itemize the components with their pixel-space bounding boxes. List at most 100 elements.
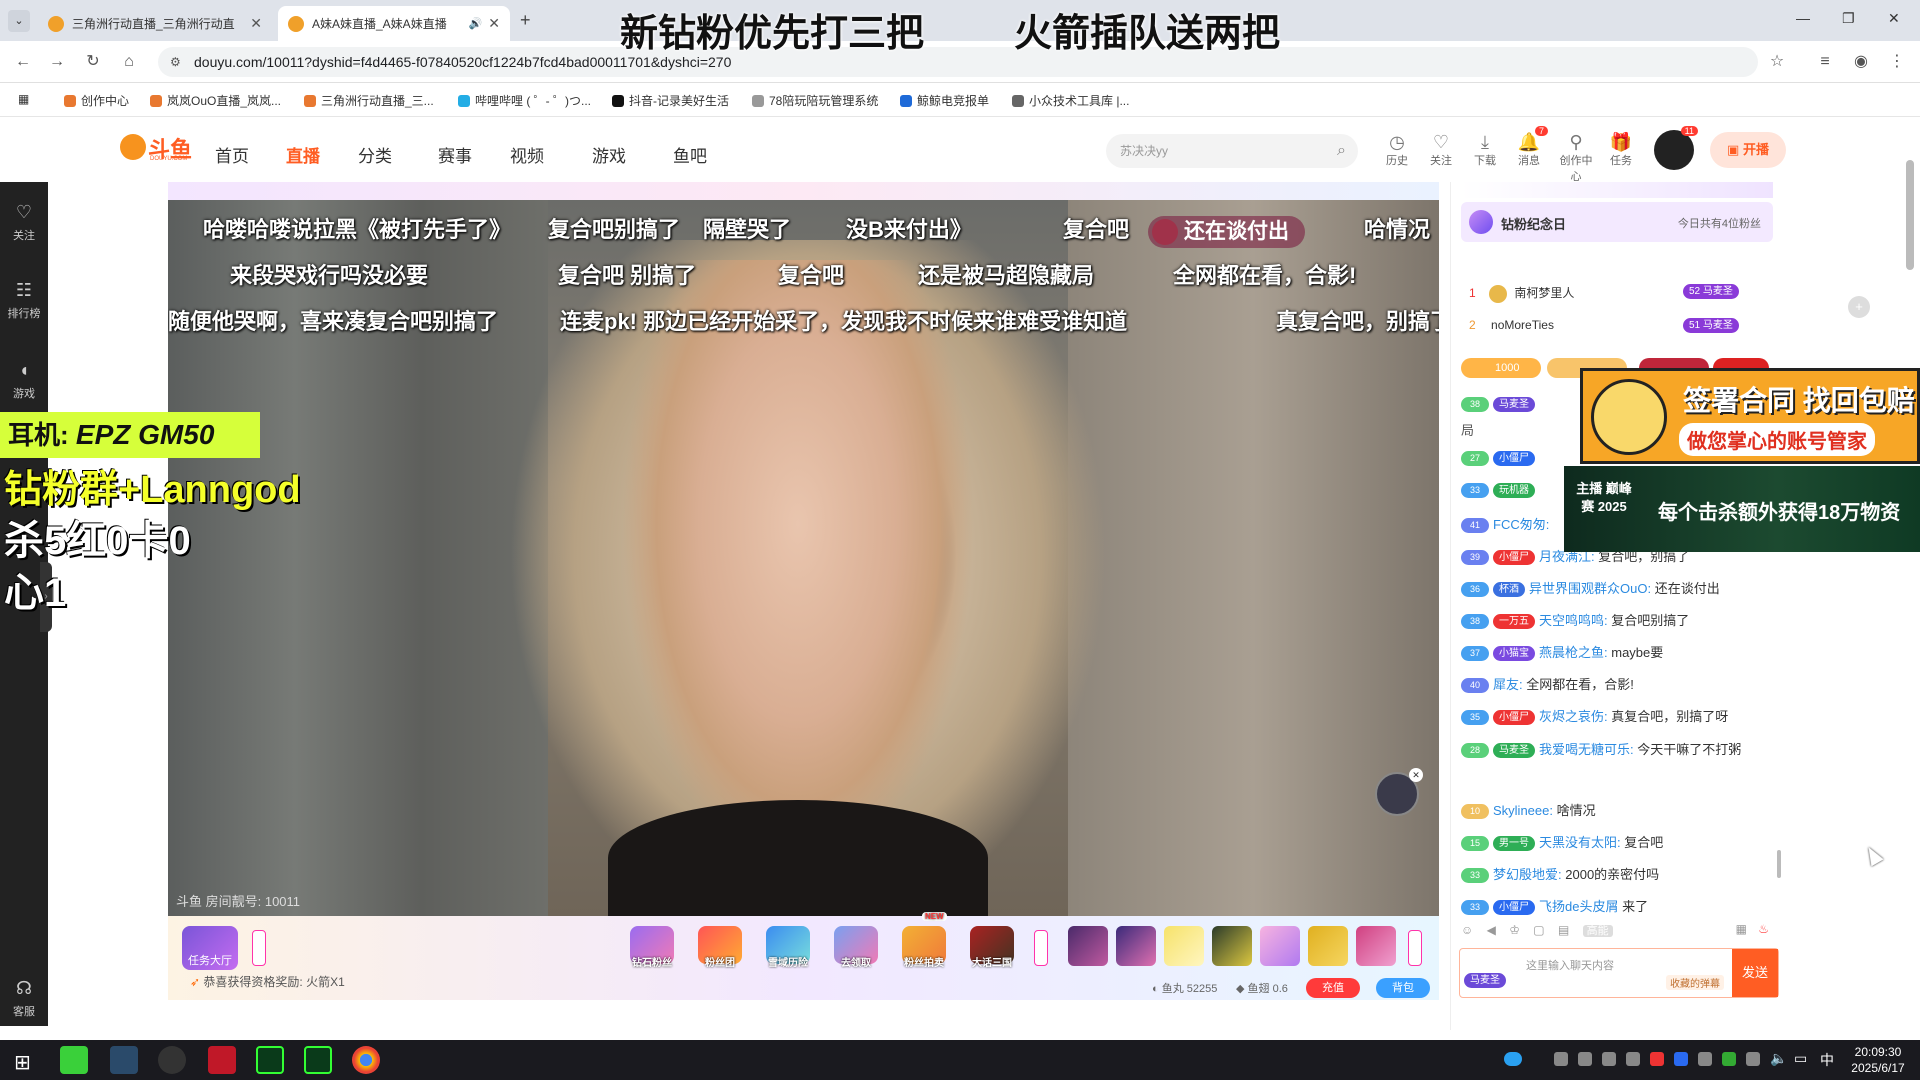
gift-scroll-right[interactable] [1408, 930, 1422, 966]
back-icon[interactable]: ← [12, 51, 34, 73]
chat-input[interactable]: 马麦圣 这里输入聊天内容 收藏的弹幕 发送 [1459, 948, 1779, 998]
high-energy-button[interactable]: 高能 [1582, 925, 1613, 937]
bookmark-star-icon[interactable]: ☆ [1766, 51, 1788, 73]
tray-icon[interactable] [1626, 1052, 1640, 1066]
bookmark-item[interactable]: 创作中心 [64, 92, 129, 109]
download-button[interactable]: ⤓ 下载 [1465, 132, 1505, 168]
media-icon[interactable]: ≡ [1814, 51, 1836, 73]
chat-message[interactable]: 40 犀友: 全网都在看，合影! [1461, 674, 1781, 694]
tab-search-button[interactable]: ⌄ [8, 10, 30, 32]
message-button[interactable]: 🔔 消息 7 [1509, 126, 1549, 168]
settings-icon[interactable]: ▦ [1736, 922, 1747, 936]
sidebar-item-service[interactable]: ☊ 客服 [0, 978, 48, 1019]
mode-icon[interactable]: ▤ [1558, 923, 1569, 937]
nav-video[interactable]: 视频 [510, 142, 544, 167]
gift-fan-auction[interactable]: 粉丝拍卖 NEW [896, 912, 952, 969]
ime-indicator[interactable]: 中 [1820, 1050, 1834, 1070]
chat-message[interactable]: 28 马麦圣 我爱喝无糖可乐: 今天干嘛了不打粥 [1461, 738, 1781, 790]
tray-icon[interactable] [1554, 1052, 1568, 1066]
tray-icon[interactable] [1698, 1052, 1712, 1066]
gift-item-4[interactable] [1212, 926, 1252, 966]
follow-button[interactable]: ♡ 关注 [1421, 132, 1461, 168]
taskbar-app-icon[interactable] [304, 1046, 332, 1074]
send-button[interactable]: 发送 [1732, 949, 1778, 997]
taskbar-app-icon[interactable] [60, 1046, 88, 1074]
close-icon[interactable]: ✕ [488, 15, 500, 32]
creator-button[interactable]: ⚲ 创作中心 [1556, 132, 1596, 184]
minimize-button[interactable]: — [1796, 10, 1810, 26]
gift-item-6[interactable] [1308, 926, 1348, 966]
gift-fan-club[interactable]: 粉丝团 [692, 926, 748, 969]
sidebar-item-games[interactable]: ◖ 游戏 [0, 360, 48, 401]
crown-icon[interactable]: ♔ [1509, 923, 1520, 937]
douyu-logo[interactable]: 斗鱼 DOUYU.COM [120, 132, 196, 166]
horn-icon[interactable]: ◀ [1487, 923, 1496, 937]
chat-message[interactable]: 33 小僵尸 飞扬de头皮屑 来了 [1461, 896, 1781, 916]
chat-message[interactable]: 15 男一号 天黑没有太阳: 复合吧 [1461, 832, 1781, 852]
gift-item-3[interactable] [1164, 926, 1204, 966]
player-plugin-icon[interactable]: ✕ [1375, 768, 1423, 816]
clock[interactable]: 20:09:30 2025/6/17 [1838, 1044, 1918, 1076]
bookmark-item[interactable]: 抖音-记录美好生活 [612, 92, 729, 109]
gift-scroll-left[interactable] [252, 930, 266, 966]
emoji-icon[interactable]: ☺ [1461, 923, 1473, 937]
bookmark-item[interactable]: 鲸鲸电竞报单 [900, 92, 989, 109]
sidebar-item-rank[interactable]: ☷ 排行榜 [0, 280, 48, 321]
close-icon[interactable]: ✕ [1409, 768, 1423, 782]
block-icon[interactable]: ▢ [1533, 923, 1544, 937]
network-icon[interactable]: ▭ [1794, 1050, 1807, 1067]
gift-scroll-mid[interactable] [1034, 930, 1048, 966]
gift-three-kingdoms[interactable]: 大话三国 [964, 926, 1020, 969]
chat-scrollbar[interactable] [1777, 850, 1781, 878]
nav-home[interactable]: 首页 [215, 142, 249, 167]
fan-rank-row[interactable]: 1 南柯梦里人 52 马麦圣 [1469, 284, 1769, 303]
taskbar-app-icon[interactable] [208, 1046, 236, 1074]
tab-delta-force[interactable]: 三角洲行动直播_三角洲行动直 ✕ [38, 6, 272, 41]
taskbar-app-icon[interactable] [158, 1046, 186, 1074]
recharge-button[interactable]: 充值 [1306, 978, 1360, 998]
search-input[interactable]: 苏决决yy ⌕ [1106, 134, 1358, 168]
tray-icon[interactable] [1578, 1052, 1592, 1066]
tray-icon[interactable] [1602, 1052, 1616, 1066]
tray-icon[interactable] [1722, 1052, 1736, 1066]
task-button[interactable]: 🎁 任务 [1601, 132, 1641, 168]
home-icon[interactable]: ⌂ [118, 51, 140, 73]
volume-icon[interactable]: 🔈 [1770, 1050, 1787, 1067]
tray-icon[interactable] [1650, 1052, 1664, 1066]
search-icon[interactable]: ⌕ [1337, 134, 1346, 168]
tray-icon[interactable] [1746, 1052, 1760, 1066]
fan-rank-row[interactable]: 2 noMoreTies 51 马麦圣 [1469, 318, 1769, 333]
audio-icon[interactable]: 🔊 [469, 17, 483, 30]
gift-item-7[interactable] [1356, 926, 1396, 966]
nav-yuba[interactable]: 鱼吧 [673, 142, 707, 167]
nav-events[interactable]: 赛事 [438, 142, 472, 167]
profile-icon[interactable]: ◉ [1850, 51, 1872, 73]
taskbar-app-icon[interactable] [110, 1046, 138, 1074]
bookmark-item[interactable]: 三角洲行动直播_三... [304, 92, 434, 109]
gift-claim[interactable]: 去领取 [828, 926, 884, 969]
taskbar-app-icon[interactable] [256, 1046, 284, 1074]
history-button[interactable]: ◷ 历史 [1377, 132, 1417, 168]
start-live-button[interactable]: ▣ 开播 [1710, 132, 1786, 168]
restore-button[interactable]: ❐ [1842, 10, 1855, 27]
bookmark-item[interactable]: 小众技术工具库 |... [1012, 92, 1129, 109]
menu-icon[interactable]: ⋮ [1886, 51, 1908, 73]
chat-message[interactable]: 37 小猫宝 燕晨枪之鱼: maybe要 [1461, 642, 1781, 662]
chat-message[interactable]: 33 梦幻殷地爱: 2000的亲密付吗 [1461, 864, 1781, 884]
apps-icon[interactable]: ▦ [18, 92, 29, 106]
saved-danmu-button[interactable]: 收藏的弹幕 [1666, 975, 1724, 990]
gift-item-2[interactable] [1116, 926, 1156, 966]
nav-category[interactable]: 分类 [358, 142, 392, 167]
new-tab-button[interactable]: + [520, 10, 531, 31]
gift-snow-adventure[interactable]: 雪域历险 [760, 926, 816, 969]
bookmark-item[interactable]: 岚岚OuO直播_岚岚... [150, 92, 281, 109]
windows-start-icon[interactable]: ⊞ [14, 1050, 31, 1075]
cloud-tray-icon[interactable] [1504, 1052, 1522, 1066]
chat-message[interactable]: 36 杯酒 异世界围观群众OuO: 还在谈付出 [1461, 578, 1781, 598]
sidebar-item-follow[interactable]: ♡ 关注 [0, 202, 48, 243]
page-scrollbar[interactable] [1906, 160, 1914, 270]
url-input[interactable]: ⚙ douyu.com/10011?dyshid=f4d4465-f078405… [158, 47, 1758, 77]
nav-live[interactable]: 直播 [286, 142, 320, 167]
gift-diamond-fan[interactable]: 钻石粉丝 [624, 926, 680, 969]
chat-message[interactable]: 35 小僵尸 灰烬之哀伤: 真复合吧，别搞了呀 [1461, 706, 1781, 726]
